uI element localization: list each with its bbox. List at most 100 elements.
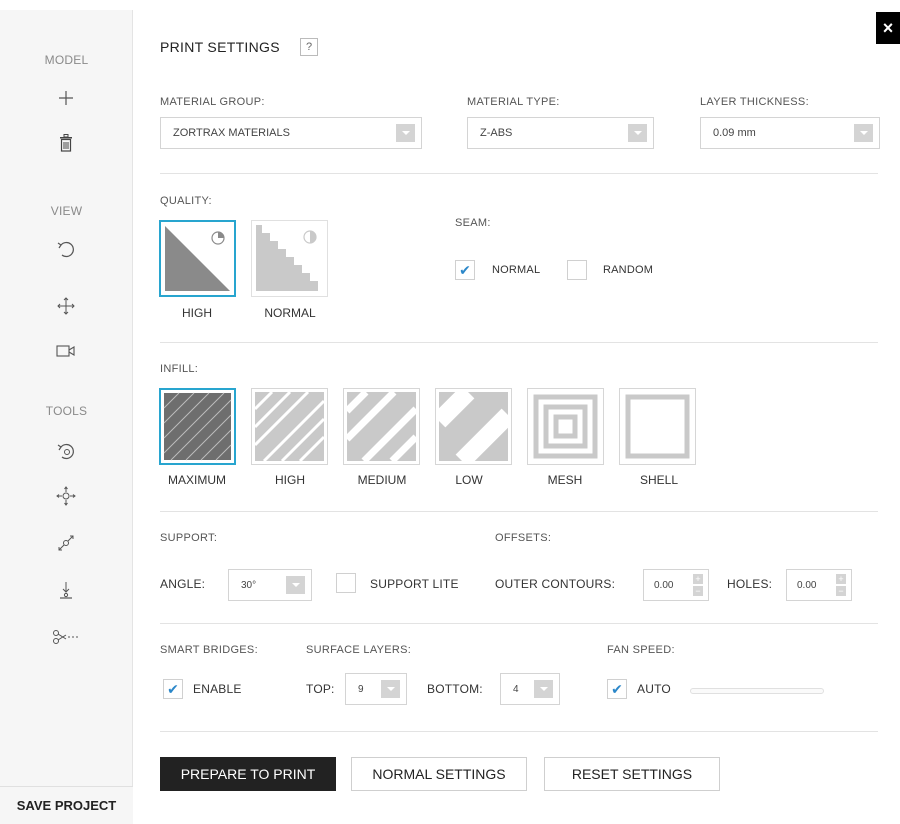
infill-high-icon (253, 390, 326, 463)
support-lite-checkbox[interactable] (336, 573, 356, 593)
seam-normal-label: NORMAL (492, 264, 541, 276)
infill-shell-option[interactable] (619, 388, 696, 465)
top-layers-select[interactable]: 9 (345, 673, 407, 705)
sidebar: MODEL VIEW TOOLS SAVE PROJECT (0, 10, 133, 824)
material-type-label: MATERIAL TYPE: (467, 96, 560, 108)
layer-thickness-select[interactable]: 0.09 mm (700, 117, 880, 149)
smart-bridges-checkbox[interactable]: ✔ (163, 679, 183, 699)
normal-settings-button[interactable]: NORMAL SETTINGS (351, 757, 527, 791)
infill-maximum-icon (163, 392, 232, 461)
chevron-down-icon (396, 124, 415, 142)
smart-bridges-enable-label: ENABLE (193, 682, 242, 696)
reset-settings-button[interactable]: RESET SETTINGS (544, 757, 720, 791)
infill-mesh-label: MESH (547, 473, 583, 487)
increment-button[interactable]: + (836, 574, 846, 584)
bottom-layers-select[interactable]: 4 (500, 673, 560, 705)
holes-input[interactable]: 0.00 + − (786, 569, 852, 601)
page-title: PRINT SETTINGS (160, 39, 280, 55)
infill-shell-icon (625, 394, 690, 459)
infill-mesh-option[interactable] (527, 388, 604, 465)
outer-contours-input[interactable]: 0.00 + − (643, 569, 709, 601)
outer-contours-value: 0.00 (654, 579, 674, 591)
divider (160, 623, 878, 624)
quality-high-icon (165, 226, 230, 291)
place-on-bed-icon[interactable] (46, 577, 86, 603)
decrement-button[interactable]: − (836, 586, 846, 596)
material-type-value: Z-ABS (480, 127, 513, 139)
check-icon: ✔ (611, 681, 623, 697)
chevron-down-icon (381, 680, 400, 698)
decrement-button[interactable]: − (693, 586, 703, 596)
material-group-select[interactable]: ZORTRAX MATERIALS (160, 117, 422, 149)
seam-normal-checkbox[interactable]: ✔ (455, 260, 475, 280)
layer-thickness-label: LAYER THICKNESS: (700, 96, 809, 108)
infill-medium-label: MEDIUM (357, 473, 407, 487)
fan-auto-label: AUTO (637, 682, 671, 696)
material-group-value: ZORTRAX MATERIALS (173, 127, 290, 139)
bottom-layers-value: 4 (513, 683, 519, 695)
support-angle-select[interactable]: 30° (228, 569, 312, 601)
material-type-select[interactable]: Z-ABS (467, 117, 654, 149)
divider (160, 342, 878, 343)
infill-low-option[interactable] (435, 388, 512, 465)
top-layers-label: TOP: (306, 682, 335, 696)
seam-random-checkbox[interactable] (567, 260, 587, 280)
infill-high-option[interactable] (251, 388, 328, 465)
support-angle-label: ANGLE: (160, 577, 206, 591)
save-project-button[interactable]: SAVE PROJECT (0, 786, 133, 824)
pan-icon[interactable] (46, 293, 86, 319)
support-angle-value: 30° (241, 579, 257, 591)
rotate-tool-icon[interactable] (46, 438, 86, 464)
camera-icon[interactable] (46, 338, 86, 364)
fan-speed-label: FAN SPEED: (607, 644, 675, 656)
infill-medium-option[interactable] (343, 388, 420, 465)
prepare-to-print-button[interactable]: PREPARE TO PRINT (160, 757, 336, 791)
infill-mesh-icon (533, 394, 598, 459)
layer-thickness-value: 0.09 mm (713, 127, 756, 139)
seam-random-label: RANDOM (603, 264, 654, 276)
increment-button[interactable]: + (693, 574, 703, 584)
seam-label: SEAM: (455, 217, 491, 229)
fan-speed-slider[interactable] (690, 688, 824, 694)
infill-medium-icon (344, 389, 419, 464)
help-button[interactable]: ? (300, 38, 318, 56)
holes-value: 0.00 (797, 579, 817, 591)
infill-low-label: LOW (455, 473, 483, 487)
surface-layers-label: SURFACE LAYERS: (306, 644, 412, 656)
close-button[interactable]: × (876, 12, 900, 44)
support-lite-label: SUPPORT LITE (370, 577, 459, 591)
divider (160, 173, 878, 174)
fan-auto-checkbox[interactable]: ✔ (607, 679, 627, 699)
divider (160, 731, 878, 732)
trash-icon[interactable] (46, 130, 86, 156)
outer-contours-label: OUTER CONTOURS: (495, 577, 616, 591)
quality-normal-icon (256, 225, 318, 291)
smart-bridges-label: SMART BRIDGES: (160, 644, 258, 656)
sidebar-heading-view: VIEW (50, 204, 83, 218)
chevron-down-icon (854, 124, 873, 142)
quality-label: QUALITY: (160, 195, 212, 207)
infill-maximum-label: MAXIMUM (168, 473, 226, 487)
quality-normal-label: NORMAL (264, 306, 316, 320)
bottom-layers-label: BOTTOM: (427, 682, 483, 696)
sidebar-heading-model: MODEL (44, 53, 89, 67)
chevron-down-icon (534, 680, 553, 698)
infill-shell-label: SHELL (639, 473, 679, 487)
move-tool-icon[interactable] (46, 483, 86, 509)
plus-icon[interactable] (46, 85, 86, 111)
chevron-down-icon (628, 124, 647, 142)
quality-high-label: HIGH (182, 306, 212, 320)
sidebar-heading-tools: TOOLS (45, 404, 88, 418)
quality-high-option[interactable] (159, 220, 236, 297)
scale-tool-icon[interactable] (46, 530, 86, 556)
rotate-view-icon[interactable] (46, 236, 86, 262)
material-group-label: MATERIAL GROUP: (160, 96, 265, 108)
infill-low-icon (436, 389, 511, 464)
infill-high-label: HIGH (275, 473, 305, 487)
holes-label: HOLES: (727, 577, 773, 591)
quality-normal-option[interactable] (251, 220, 328, 297)
cut-icon[interactable] (46, 624, 86, 650)
check-icon: ✔ (167, 681, 179, 697)
top-layers-value: 9 (358, 683, 364, 695)
infill-maximum-option[interactable] (159, 388, 236, 465)
